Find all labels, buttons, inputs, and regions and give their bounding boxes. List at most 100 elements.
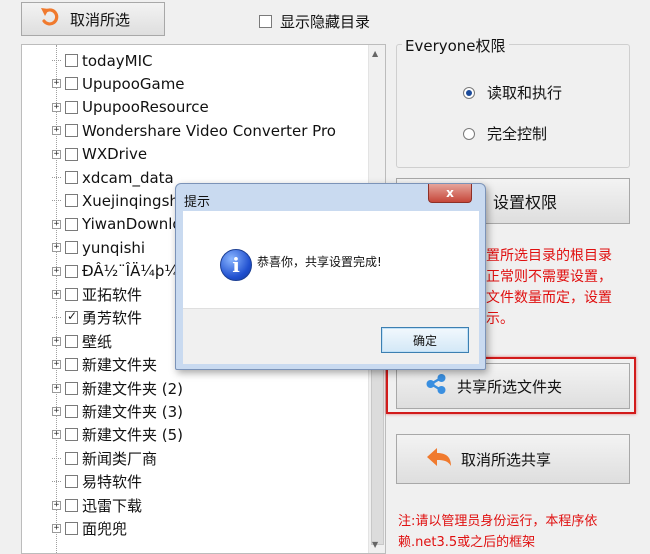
tree-item-label: 迅雷下载: [82, 496, 143, 515]
tree-item[interactable]: 新闻类厂商: [52, 447, 157, 470]
tree-item[interactable]: + 面兜兜: [52, 517, 127, 540]
tree-item[interactable]: + WXDrive: [52, 143, 147, 166]
tree-item-checkbox[interactable]: [65, 241, 78, 255]
tree-item-checkbox[interactable]: [65, 334, 78, 348]
tree-item[interactable]: 勇芳软件: [52, 306, 142, 329]
tree-item-checkbox[interactable]: [65, 475, 78, 489]
radio-read-execute-button[interactable]: [463, 86, 475, 99]
expand-icon[interactable]: +: [52, 149, 61, 159]
tree-item[interactable]: + UpupooGame: [52, 72, 185, 95]
tree-item-checkbox[interactable]: [65, 54, 78, 67]
close-icon: x: [446, 186, 454, 200]
tree-item[interactable]: + 新建文件夹 (5): [52, 423, 183, 446]
tree-item-label: YiwanDownlo: [82, 215, 182, 234]
message-dialog: 提示 x i 确定: [175, 183, 486, 370]
dialog-close-button[interactable]: x: [428, 184, 472, 203]
tree-item-checkbox[interactable]: [65, 451, 78, 465]
tree-item-label: UpupooGame: [82, 74, 185, 93]
tree-item[interactable]: xdcam_data: [52, 166, 174, 189]
tree-item[interactable]: + YiwanDownlo: [52, 213, 182, 236]
tree-item-checkbox[interactable]: [65, 288, 78, 301]
expand-icon[interactable]: +: [52, 360, 61, 370]
tree-item-checkbox[interactable]: [65, 100, 78, 114]
radio-read-execute[interactable]: 读取和执行: [463, 82, 562, 103]
tree-item[interactable]: + Wondershare Video Converter Pro: [52, 119, 336, 142]
tree-item-label: Wondershare Video Converter Pro: [82, 121, 336, 140]
permissions-group-title: Everyone权限: [402, 35, 509, 56]
tree-connector: [52, 60, 61, 61]
tree-item-checkbox[interactable]: [65, 358, 78, 372]
tree-item[interactable]: + 新建文件夹: [52, 353, 157, 376]
scroll-thumb[interactable]: [371, 365, 384, 545]
undo-icon: [40, 6, 60, 32]
tree-item[interactable]: + 亚拓软件: [52, 283, 142, 306]
cancel-selected-share-button[interactable]: 取消所选共享: [396, 434, 630, 484]
tree-item[interactable]: 易特软件: [52, 470, 142, 493]
tree-item-checkbox[interactable]: [65, 381, 78, 395]
tree-item[interactable]: + UpupooResource: [52, 96, 209, 119]
tree-item-checkbox[interactable]: [65, 77, 78, 91]
show-hidden-checkbox[interactable]: [259, 15, 272, 28]
tree-item-label: UpupooResource: [82, 98, 209, 117]
expand-icon[interactable]: +: [52, 126, 61, 136]
expand-icon[interactable]: +: [52, 407, 61, 416]
tree-item-label: 新建文件夹 (5): [82, 426, 184, 445]
ok-label: 确定: [412, 333, 437, 348]
tree-item-checkbox[interactable]: [65, 264, 78, 278]
show-hidden-toggle[interactable]: 显示隐藏目录: [259, 11, 370, 32]
expand-icon[interactable]: +: [52, 383, 61, 393]
tree-item[interactable]: + 新建文件夹 (2): [52, 377, 183, 400]
expand-icon[interactable]: +: [52, 102, 61, 112]
tree-item-checkbox[interactable]: [65, 171, 78, 184]
expand-icon[interactable]: +: [52, 524, 61, 533]
tree-item-label: WXDrive: [82, 145, 148, 164]
tree-item-checkbox[interactable]: [65, 194, 78, 208]
tree-item-label: 亚拓软件: [82, 286, 143, 304]
share-selected-folder-label: 共享所选文件夹: [457, 377, 563, 396]
share-icon: [425, 373, 447, 399]
back-arrow-icon: [425, 446, 453, 472]
expand-icon[interactable]: +: [52, 219, 61, 229]
tree-item[interactable]: + 新建文件夹 (3): [52, 400, 183, 423]
radio-read-execute-label: 读取和执行: [487, 84, 563, 102]
tree-item[interactable]: + 迅雷下载: [52, 494, 142, 517]
radio-full-control-label: 完全控制: [487, 125, 548, 143]
dialog-footer: 确定: [183, 308, 479, 364]
tree-item-checkbox[interactable]: [65, 498, 78, 512]
tree-item-checkbox[interactable]: [65, 217, 78, 231]
expand-icon[interactable]: +: [52, 266, 61, 276]
expand-icon[interactable]: +: [52, 79, 61, 89]
tree-item-label: Xuejinqingsh: [82, 191, 179, 210]
scroll-up-arrow-icon[interactable]: ▲: [372, 49, 378, 58]
tree-item[interactable]: todayMIC: [52, 49, 153, 72]
tree-item-label: 新建文件夹 (3): [82, 403, 184, 421]
cancel-selection-button[interactable]: 取消所选: [21, 2, 165, 36]
expand-icon[interactable]: +: [52, 290, 61, 299]
tree-item-checkbox[interactable]: [65, 147, 78, 161]
tree-item-checkbox[interactable]: [65, 522, 78, 535]
tree-item-checkbox[interactable]: [65, 309, 78, 325]
radio-full-control-button[interactable]: [463, 127, 475, 140]
show-hidden-label: 显示隐藏目录: [280, 13, 371, 31]
admin-requirement-note: 注:请以管理员身份运行，本程序依赖.net3.5或之后的框架: [398, 514, 598, 550]
tree-connector: [52, 317, 61, 319]
tree-item-checkbox[interactable]: [65, 405, 78, 418]
tree-item[interactable]: Xuejinqingsh: [52, 189, 179, 212]
tree-item-label: 新建文件夹: [82, 356, 158, 375]
cancel-selection-label: 取消所选: [70, 10, 131, 29]
tree-item-label: 易特软件: [82, 473, 143, 492]
tree-item-checkbox[interactable]: [65, 124, 78, 138]
tree-item[interactable]: + ÐÂ½¨ÎÄ¼þ¼: [52, 260, 179, 283]
tree-item[interactable]: + 壁纸: [52, 330, 112, 353]
scroll-down-arrow-icon[interactable]: ▼: [372, 540, 378, 549]
expand-icon[interactable]: +: [52, 500, 61, 510]
expand-icon[interactable]: +: [52, 243, 61, 253]
radio-full-control[interactable]: 完全控制: [463, 123, 547, 144]
expand-icon[interactable]: +: [52, 430, 61, 440]
ok-button[interactable]: 确定: [381, 327, 469, 353]
tree-connector: [52, 200, 61, 202]
tree-item[interactable]: + yunqishi: [52, 236, 145, 259]
tree-item-checkbox[interactable]: [65, 428, 78, 442]
expand-icon[interactable]: +: [52, 336, 61, 346]
tree-connector: [52, 177, 61, 178]
